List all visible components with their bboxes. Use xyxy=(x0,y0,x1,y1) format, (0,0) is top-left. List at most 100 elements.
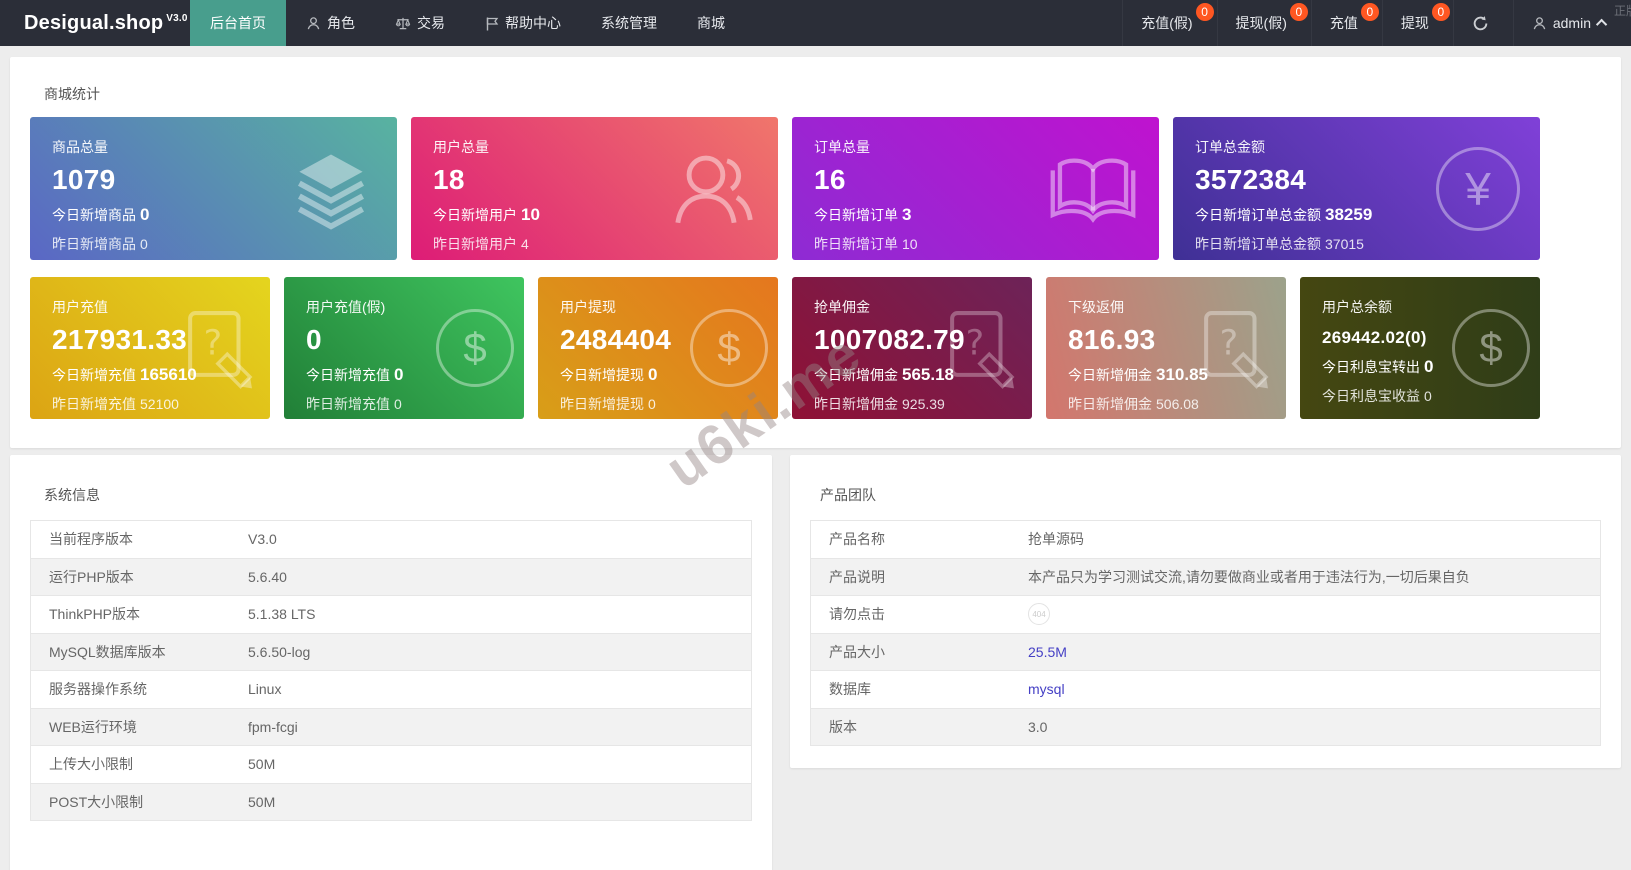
card-yesterday-label: 昨日新增充值 xyxy=(306,396,390,412)
nav-item-roles[interactable]: 角色 xyxy=(286,0,375,46)
card-yesterday-value: 10 xyxy=(902,236,918,252)
card-today-label: 今日新增订单总金额 xyxy=(1195,207,1321,223)
stats-section-title: 商城统计 xyxy=(44,86,100,102)
nav-item-label: 商城 xyxy=(697,15,725,31)
card-today-value: 3 xyxy=(902,205,912,224)
nav-item-system-management[interactable]: 系统管理 xyxy=(581,0,677,46)
card-yesterday-label: 昨日新增佣金 xyxy=(1068,396,1152,412)
yen-circle-icon: ¥ xyxy=(1436,146,1520,231)
table-row: ThinkPHP版本 5.1.38 LTS xyxy=(31,596,751,634)
svg-text:?: ? xyxy=(204,324,223,364)
table-row: MySQL数据库版本 5.6.50-log xyxy=(31,633,751,671)
recharge-fake-badge: 0 xyxy=(1195,3,1214,21)
table-row: 版本 3.0 xyxy=(811,708,1600,746)
table-row: POST大小限制 50M xyxy=(31,783,751,821)
nav-item-help-center[interactable]: 帮助中心 xyxy=(465,0,581,46)
card-yesterday-label: 昨日新增佣金 xyxy=(814,396,898,412)
do-not-click-badge[interactable]: 404 xyxy=(1028,603,1050,626)
row-label: 产品说明 xyxy=(829,568,885,585)
system-info-panel: 系统信息 当前程序版本 V3.0 运行PHP版本 5.6.40 ThinkPHP版本… xyxy=(10,455,772,870)
withdraw-badge: 0 xyxy=(1431,3,1450,21)
card-yesterday-label: 昨日新增订单总金额 xyxy=(1195,236,1321,252)
card-today-label: 今日新增充值 xyxy=(52,367,136,383)
row-label: POST大小限制 xyxy=(49,793,144,810)
product-size-link[interactable]: 25.5M xyxy=(1028,644,1067,660)
table-row: 服务器操作系统 Linux xyxy=(31,671,751,709)
user-icon xyxy=(306,16,321,31)
stat-card-user-recharge: 用户充值 217931.33 今日新增充值 165610 昨日新增充值 52100 … xyxy=(30,277,270,419)
nav-item-label: 交易 xyxy=(417,15,445,31)
row-label: 当前程序版本 xyxy=(49,531,133,548)
stat-card-user-recharge-fake: 用户充值(假) 0 今日新增充值 0 昨日新增充值 0 $ xyxy=(284,277,524,419)
row-label: MySQL数据库版本 xyxy=(49,643,166,660)
nav-item-trade[interactable]: 交易 xyxy=(375,0,465,46)
nav-item-withdraw[interactable]: 提现 0 xyxy=(1381,0,1453,46)
product-team-title: 产品团队 xyxy=(820,487,876,503)
nav-item-label: 充值(假) xyxy=(1141,15,1193,31)
table-row: 当前程序版本 V3.0 xyxy=(31,521,751,559)
system-info-title: 系统信息 xyxy=(44,487,100,503)
card-today-value: 10 xyxy=(521,205,540,224)
card-today-label: 今日新增订单 xyxy=(814,207,898,223)
card-today-label: 今日新增充值 xyxy=(306,367,390,383)
row-label: WEB运行环境 xyxy=(49,718,137,735)
product-team-panel: 产品团队 产品名称 抢单源码 产品说明 本产品只为学习测试交流,请勿要做商业或者用于… xyxy=(790,455,1621,768)
row-value: 5.6.40 xyxy=(248,568,287,585)
chevron-up-icon xyxy=(1595,18,1608,31)
file-question-icon: ? xyxy=(936,305,1022,391)
refresh-icon xyxy=(1472,15,1489,32)
brand-logo[interactable]: Desigual.shop V3.0 xyxy=(0,0,190,46)
users-icon xyxy=(668,144,758,234)
nav-item-label: 系统管理 xyxy=(601,15,657,31)
row-value: 抢单源码 xyxy=(1028,531,1084,548)
nav-item-recharge-fake[interactable]: 充值(假) 0 xyxy=(1122,0,1216,46)
card-yesterday-label: 今日利息宝收益 xyxy=(1322,388,1420,404)
table-row: 请勿点击 404 xyxy=(811,596,1600,634)
row-value: 本产品只为学习测试交流,请勿要做商业或者用于违法行为,一切后果自负 xyxy=(1028,568,1470,585)
nav-item-withdraw-fake[interactable]: 提现(假) 0 xyxy=(1216,0,1311,46)
file-question-icon: ? xyxy=(174,305,260,391)
card-yesterday-value: 4 xyxy=(521,236,529,252)
refresh-button[interactable] xyxy=(1452,0,1513,46)
row-value: Linux xyxy=(248,681,282,698)
nav-item-mall[interactable]: 商城 xyxy=(677,0,745,46)
row-label: 版本 xyxy=(829,718,857,735)
brand-version: V3.0 xyxy=(166,12,188,24)
stat-card-user-balance: 用户总余额 269442.02(0) 今日利息宝转出 0 今日利息宝收益 0 $ xyxy=(1300,277,1540,419)
card-today-label: 今日新增用户 xyxy=(433,207,517,223)
row-label: 产品名称 xyxy=(829,531,885,548)
card-today-value: 0 xyxy=(648,365,658,384)
row-label: 请勿点击 xyxy=(829,606,885,623)
dollar-circle-icon: $ xyxy=(1452,309,1530,387)
card-yesterday-label: 昨日新增订单 xyxy=(814,236,898,252)
nav-item-recharge[interactable]: 充值 0 xyxy=(1310,0,1382,46)
table-row: 产品名称 抢单源码 xyxy=(811,521,1600,559)
withdraw-fake-badge: 0 xyxy=(1289,3,1308,21)
brand-name: Desigual.shop xyxy=(24,11,164,34)
row-value: V3.0 xyxy=(248,531,277,548)
database-link[interactable]: mysql xyxy=(1028,681,1065,697)
username: admin xyxy=(1552,15,1591,31)
card-yesterday-value: 0 xyxy=(140,236,148,252)
row-label: 数据库 xyxy=(829,681,871,698)
stat-card-users-total: 用户总量 18 今日新增用户 10 昨日新增用户 4 xyxy=(411,117,778,260)
svg-text:?: ? xyxy=(966,324,985,364)
row-label: 运行PHP版本 xyxy=(49,568,134,585)
card-yesterday-label: 昨日新增充值 xyxy=(52,396,136,412)
stat-card-products-total: 商品总量 1079 今日新增商品 0 昨日新增商品 0 xyxy=(30,117,397,260)
row-value: 50M xyxy=(248,793,276,810)
card-today-label: 今日利息宝转出 xyxy=(1322,359,1420,375)
card-today-value: 0 xyxy=(140,205,150,224)
card-today-label: 今日新增佣金 xyxy=(814,367,898,383)
card-yesterday-label: 昨日新增用户 xyxy=(433,236,517,252)
table-row: 产品大小 25.5M xyxy=(811,633,1600,671)
nav-item-dashboard[interactable]: 后台首页 xyxy=(190,0,286,46)
card-yesterday-value: 52100 xyxy=(140,396,179,412)
nav-item-label: 提现(假) xyxy=(1235,15,1287,31)
row-value: 50M xyxy=(248,756,276,773)
book-open-icon xyxy=(1047,151,1139,227)
row-value: 3.0 xyxy=(1028,718,1048,735)
nav-item-label: 角色 xyxy=(327,15,355,31)
nav-right: 充值(假) 0 提现(假) 0 充值 0 提现 0 admin xyxy=(1122,0,1631,46)
stat-card-order-amount: 订单总金额 3572384 今日新增订单总金额 38259 昨日新增订单总金额 37… xyxy=(1173,117,1540,260)
